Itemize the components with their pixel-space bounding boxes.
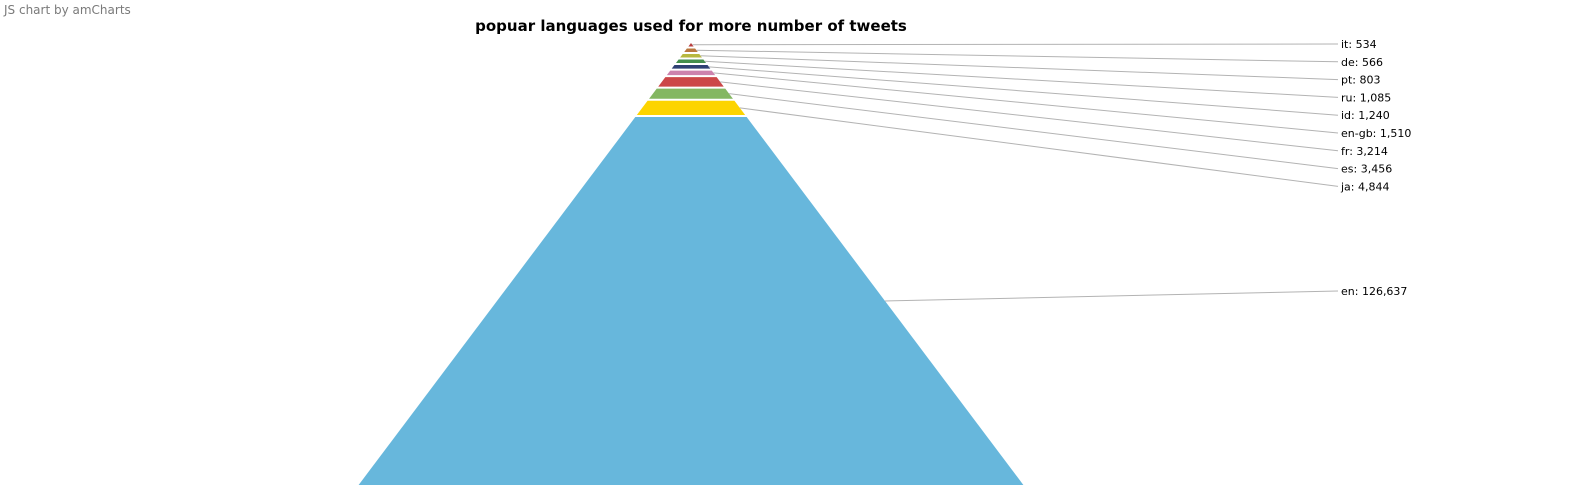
slice-labels: it: 534 de: 566 pt: 803 ru: 1,085 id: 1,240 e… <box>1340 38 1411 298</box>
label-line-it <box>692 43 1339 46</box>
slice-label-fr: fr: 3,214 <box>1341 145 1388 158</box>
label-line-ru <box>704 60 1339 98</box>
pyramid-slice-de[interactable] <box>684 48 698 53</box>
pyramid-slice-ru[interactable] <box>675 59 707 64</box>
slice-label-ja: ja: 4,844 <box>1340 180 1390 193</box>
pyramid-slice-fr[interactable] <box>658 77 724 87</box>
pyramid-slice-pt[interactable] <box>680 54 702 58</box>
pyramid-slice-ja[interactable] <box>636 100 746 116</box>
pyramid-slice-en[interactable] <box>358 117 1024 485</box>
pyramid-slice-en-gb[interactable] <box>666 70 716 76</box>
slice-label-en: en: 126,637 <box>1341 285 1407 298</box>
pyramid-slices <box>358 43 1024 485</box>
pyramid-chart: popuar languages used for more number of… <box>358 17 1411 485</box>
chart-title: popuar languages used for more number of… <box>475 17 907 35</box>
label-line-pt <box>700 55 1339 81</box>
label-line-en <box>885 290 1339 302</box>
slice-label-it: it: 534 <box>1341 38 1377 51</box>
label-line-es <box>729 93 1339 170</box>
slice-label-id: id: 1,240 <box>1341 109 1390 122</box>
slice-label-en-gb: en-gb: 1,510 <box>1341 127 1411 140</box>
slice-label-pt: pt: 803 <box>1341 74 1381 87</box>
pyramid-slice-id[interactable] <box>671 65 711 69</box>
label-line-ja <box>739 107 1339 187</box>
pyramid-slice-es[interactable] <box>649 88 733 99</box>
slice-label-ru: ru: 1,085 <box>1341 91 1391 104</box>
slice-label-es: es: 3,456 <box>1341 163 1392 176</box>
label-line-de <box>696 49 1339 63</box>
slice-label-de: de: 566 <box>1341 56 1383 69</box>
